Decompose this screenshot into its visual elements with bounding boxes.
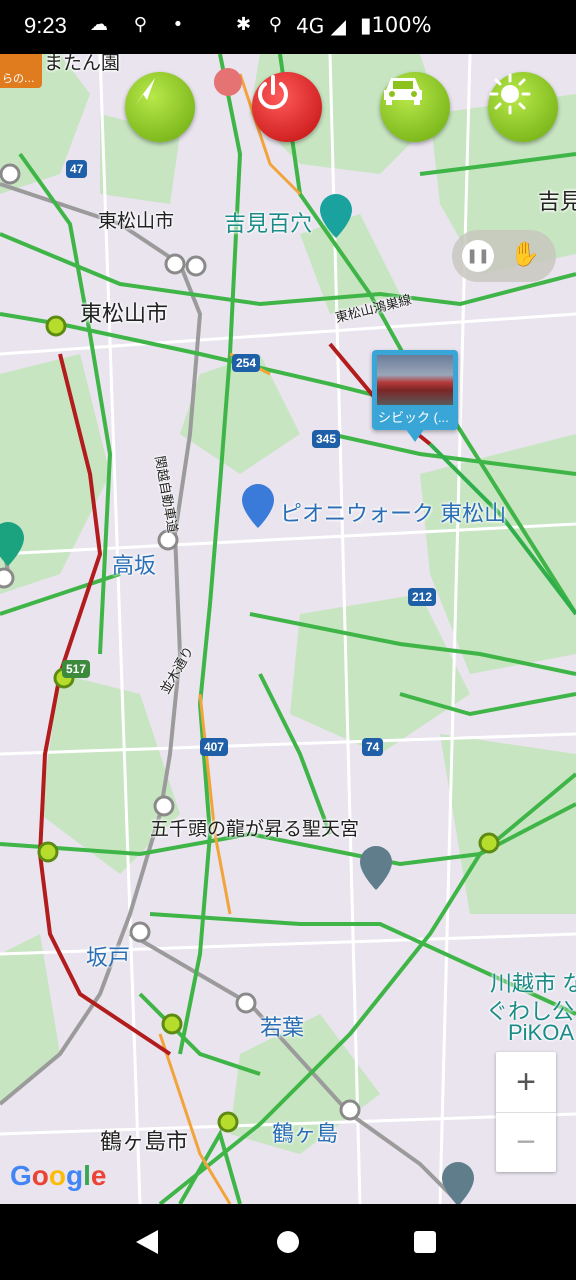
car-icon <box>384 78 422 105</box>
route-shield-212: 212 <box>408 588 437 606</box>
route-shield-74: 74 <box>362 738 384 756</box>
sun-icon <box>489 73 531 115</box>
vehicle-marker-thumbnail[interactable]: らの... <box>0 54 42 88</box>
place-label-seitengu: 五千頭の龍が昇る聖天宮 <box>150 819 360 840</box>
place-label-sakado: 坂戸 <box>86 945 131 970</box>
place-label-pikoa: PiKOA <box>508 1020 575 1045</box>
place-label-takasaka: 高坂 <box>112 553 157 578</box>
route-shield-345: 345 <box>312 430 341 448</box>
hand-icon[interactable]: ✋ <box>510 240 540 268</box>
map-view[interactable]: またん園 東松山市 東松山市 吉見百穴 吉見 高坂 ピオニウォーク 東松山 五千… <box>0 54 576 1204</box>
status-time: 9:23 <box>24 13 67 38</box>
vehicle-marker-thumbnail-caption: らの... <box>2 72 35 85</box>
pause-hand-toggle[interactable]: ❚❚ ✋ <box>452 230 556 282</box>
vehicle-marker-pointer <box>405 428 425 442</box>
place-label-matan: またん園 <box>44 54 121 74</box>
network-indicator: 4G ◢ <box>296 14 346 38</box>
status-bar: 9:23 ☁ ⚲ • ✱ ⚲ 4G ◢ ▮100% <box>0 0 576 54</box>
place-label-yoshimi: 吉見 <box>538 189 576 214</box>
route-shield-47: 47 <box>66 160 88 178</box>
brightness-button[interactable] <box>488 72 558 142</box>
recents-icon[interactable] <box>414 1231 436 1253</box>
vehicle-photo <box>377 355 453 405</box>
power-icon <box>258 75 288 110</box>
vehicle-photo-marker[interactable]: シビック (... <box>372 350 458 442</box>
zoom-controls: + − <box>496 1052 556 1172</box>
place-label-higashimatsuyama-station: 東松山市 <box>98 211 175 232</box>
place-label-wakaba: 若葉 <box>260 1015 305 1040</box>
route-shield-517: 517 <box>62 660 91 678</box>
google-attribution: Google <box>10 1160 107 1191</box>
power-button[interactable] <box>252 72 322 142</box>
bluetooth-location-icons: ✱ ⚲ <box>236 14 288 35</box>
notification-icons: ☁ ⚲ • <box>90 14 194 35</box>
navigate-button[interactable] <box>125 72 195 142</box>
home-icon[interactable] <box>277 1231 299 1253</box>
route-shield-407: 407 <box>200 738 229 756</box>
back-icon[interactable] <box>136 1230 158 1254</box>
zoom-out-button[interactable]: − <box>496 1112 556 1172</box>
system-nav-bar <box>0 1204 576 1280</box>
vehicle-photo-caption: シビック (... <box>378 410 449 425</box>
place-label-tsurugashima-city: 鶴ヶ島市 <box>100 1129 189 1154</box>
pause-icon[interactable]: ❚❚ <box>462 240 494 272</box>
zoom-in-button[interactable]: + <box>496 1052 556 1113</box>
car-button[interactable] <box>380 72 450 142</box>
place-label-yoshimi-hyakketsu: 吉見百穴 <box>224 211 313 236</box>
place-label-tsurugashima: 鶴ヶ島 <box>272 1121 339 1146</box>
battery-indicator: ▮100% <box>360 13 432 37</box>
route-shield-254: 254 <box>232 354 261 372</box>
place-label-pioni-walk: ピオニウォーク 東松山 <box>280 501 507 526</box>
arrow-icon <box>135 78 155 106</box>
place-label-higashimatsuyama-city: 東松山市 <box>80 301 169 326</box>
